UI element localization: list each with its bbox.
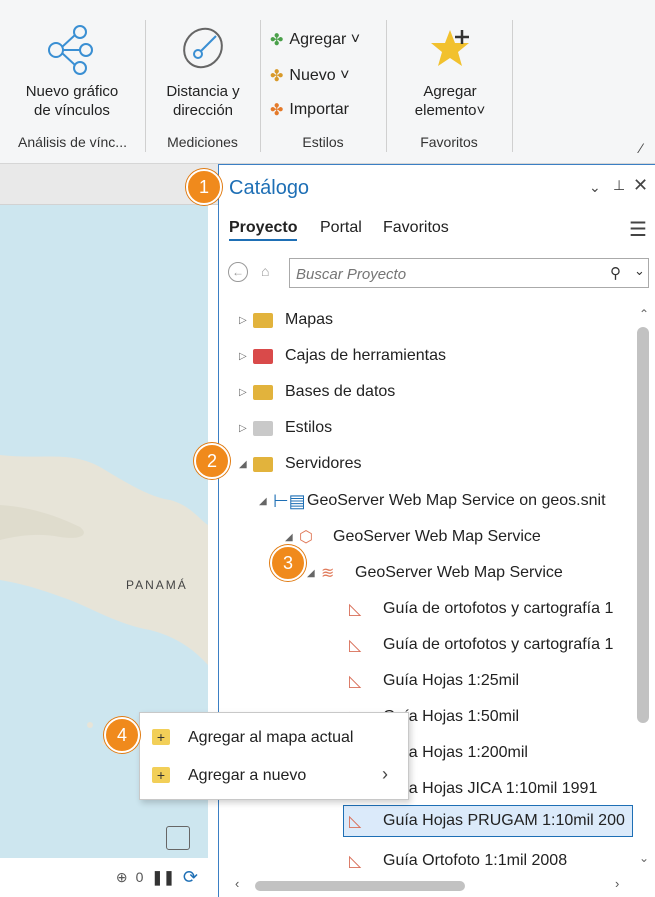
add-item-button[interactable]: Agregar elemento˅: [392, 82, 508, 120]
add-data-icon: +: [152, 767, 170, 783]
tree-item-layer[interactable]: ◺ Guía Hojas 1:25mil: [349, 671, 519, 691]
layer-group-icon: ≋: [321, 565, 335, 582]
selection-count-icon[interactable]: ⊕: [116, 869, 128, 886]
expand-icon[interactable]: ▷: [239, 315, 253, 326]
back-icon[interactable]: ←: [228, 262, 248, 282]
pause-icon[interactable]: ❚❚: [151, 869, 174, 886]
pin-icon[interactable]: ⊥: [613, 177, 625, 194]
distance-direction-icon: [183, 27, 223, 69]
close-icon[interactable]: ✕: [633, 175, 648, 196]
new-style-icon: ✤: [270, 68, 284, 85]
server-connection-icon: ⊢▤: [273, 491, 306, 511]
polygon-layer-icon: ◺: [349, 853, 362, 870]
group-link-analysis: Análisis de vínc...: [18, 134, 127, 150]
search-input[interactable]: [290, 259, 598, 289]
link-graph-icon: [48, 25, 93, 75]
horizontal-scrollbar-thumb[interactable]: [255, 881, 465, 891]
tree-item-layer[interactable]: ◺ Guía de ortofotos y cartografía 1: [349, 599, 613, 619]
polygon-layer-icon: ◺: [349, 813, 362, 830]
group-favorites: Favoritos: [420, 134, 478, 150]
tree-item-styles[interactable]: ▷ Estilos: [239, 419, 332, 437]
tree-item-layer[interactable]: ◺ Guía Ortofoto 1:1mil 2008: [349, 851, 567, 871]
import-style-icon: ✤: [270, 102, 284, 119]
scroll-down-icon[interactable]: ⌄: [639, 851, 649, 865]
tree-item-databases[interactable]: ▷ Bases de datos: [239, 383, 395, 401]
add-style-icon: ✤: [270, 32, 284, 49]
ribbon: Nuevo gráfico de vínculos Distancia y di…: [0, 0, 655, 164]
tree-item-servers[interactable]: ◢ Servidores: [239, 455, 361, 473]
wms-service-icon: ⬡: [299, 529, 313, 546]
new-link-graph-button[interactable]: Nuevo gráfico de vínculos: [10, 82, 134, 120]
horizontal-scrollbar: ‹ ›: [219, 873, 655, 897]
search-icon[interactable]: ⚲: [610, 264, 621, 282]
toolbox-folder-icon: [253, 348, 273, 364]
tree-item-wms-layer-group[interactable]: ◢ ≋ GeoServer Web Map Service: [307, 563, 563, 583]
tree-item-maps[interactable]: ▷ Mapas: [239, 311, 333, 329]
callout-badge-3: 3: [270, 545, 306, 581]
scroll-right-icon[interactable]: ›: [615, 876, 619, 891]
expand-icon[interactable]: ▷: [239, 423, 253, 434]
database-folder-icon: [253, 384, 273, 400]
submenu-arrow-icon: ›: [382, 764, 388, 784]
menu-item-add-to-new[interactable]: + Agregar a nuevo ›: [140, 759, 408, 795]
search-dropdown-icon[interactable]: ⌄: [634, 263, 645, 279]
scroll-up-icon[interactable]: ⌃: [639, 307, 649, 321]
map-status-bar: ⊕ 0 ❚❚ ⟳: [0, 858, 208, 896]
collapse-icon[interactable]: ◢: [285, 532, 299, 543]
polygon-layer-icon: ◺: [349, 673, 362, 690]
add-data-icon: +: [152, 729, 170, 745]
collapse-icon[interactable]: ◢: [307, 568, 321, 579]
polygon-layer-icon: ◺: [349, 601, 362, 618]
distance-direction-button[interactable]: Distancia y dirección: [150, 82, 256, 120]
polygon-layer-icon: ◺: [349, 637, 362, 654]
tab-project[interactable]: Proyecto: [229, 219, 298, 241]
tree-item-layer-selected[interactable]: ◺ Guía Hojas PRUGAM 1:10mil 200: [343, 805, 633, 837]
tree-item-layer[interactable]: ◺ Guía de ortofotos y cartografía 1: [349, 635, 613, 655]
context-menu: + Agregar al mapa actual + Agregar a nue…: [139, 712, 409, 800]
tab-favorites[interactable]: Favoritos: [383, 219, 449, 237]
menu-item-add-to-current-map[interactable]: + Agregar al mapa actual: [140, 721, 408, 757]
star-add-icon: [431, 30, 469, 66]
legend-icon[interactable]: [166, 826, 190, 850]
refresh-icon[interactable]: ⟳: [183, 867, 198, 888]
expand-icon[interactable]: ▷: [239, 351, 253, 362]
catalog-title: Catálogo: [229, 177, 310, 199]
search-box[interactable]: ⚲ ⌄: [289, 258, 649, 289]
callout-badge-4: 4: [104, 717, 140, 753]
callout-badge-2: 2: [194, 443, 230, 479]
callout-badge-1: 1: [186, 169, 222, 205]
collapse-icon[interactable]: ◢: [239, 459, 253, 470]
tree-item-wms-connection[interactable]: ◢ ⊢▤ GeoServer Web Map Service on geos.s…: [259, 491, 606, 511]
country-label: PANAMÁ: [126, 578, 188, 592]
collapse-icon[interactable]: ◢: [259, 496, 273, 507]
pane-options-chevron-icon[interactable]: ⌄: [589, 179, 601, 196]
servers-folder-icon: [253, 456, 273, 472]
collapse-ribbon-icon[interactable]: ⁄: [640, 140, 642, 156]
vertical-scrollbar-thumb[interactable]: [637, 327, 649, 723]
home-icon[interactable]: ⌂: [261, 263, 269, 279]
menu-icon[interactable]: ☰: [629, 217, 647, 242]
new-style-button[interactable]: ✤ Nuevo ˅: [270, 66, 349, 86]
styles-folder-icon: [253, 420, 273, 436]
scroll-left-icon[interactable]: ‹: [235, 876, 239, 891]
group-styles: Estilos: [302, 134, 344, 150]
selection-count: 0: [135, 869, 144, 885]
expand-icon[interactable]: ▷: [239, 387, 253, 398]
tab-portal[interactable]: Portal: [320, 219, 362, 237]
tree-item-wms-service[interactable]: ◢ ⬡ GeoServer Web Map Service: [285, 527, 541, 547]
maps-folder-icon: [253, 312, 273, 328]
import-style-button[interactable]: ✤ Importar: [270, 100, 349, 120]
add-style-button[interactable]: ✤ Agregar ˅: [270, 30, 360, 50]
tree-item-toolboxes[interactable]: ▷ Cajas de herramientas: [239, 347, 446, 365]
group-measurements: Mediciones: [167, 134, 238, 150]
